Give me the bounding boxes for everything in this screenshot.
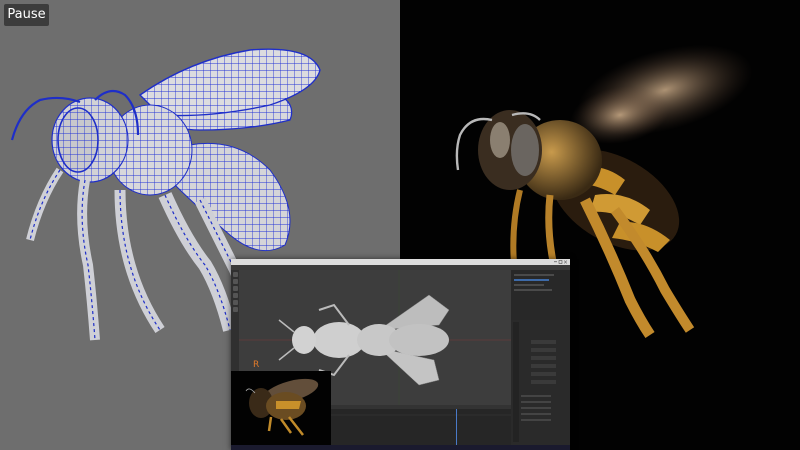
cursor-icon[interactable] <box>232 272 238 277</box>
reference-bee <box>245 378 319 436</box>
window-controls-icon <box>554 260 568 264</box>
timeline-track <box>331 405 511 445</box>
rotate-icon[interactable] <box>232 286 238 291</box>
properties-fields <box>513 322 556 442</box>
reference-photo-thumbnail <box>231 371 331 445</box>
annotate-icon[interactable] <box>232 307 238 312</box>
svg-text:R: R <box>253 360 259 370</box>
move-icon[interactable] <box>232 279 238 284</box>
transform-icon[interactable] <box>232 300 238 305</box>
outliner-rows <box>514 274 554 291</box>
windows-taskbar <box>231 445 570 450</box>
properties-panel[interactable] <box>511 320 570 445</box>
outliner-panel[interactable] <box>511 270 570 320</box>
scale-icon[interactable] <box>232 293 238 298</box>
timeline-panel[interactable] <box>331 405 511 445</box>
pause-button[interactable]: Pause <box>4 4 49 26</box>
blender-screen-inset: R <box>231 259 570 450</box>
